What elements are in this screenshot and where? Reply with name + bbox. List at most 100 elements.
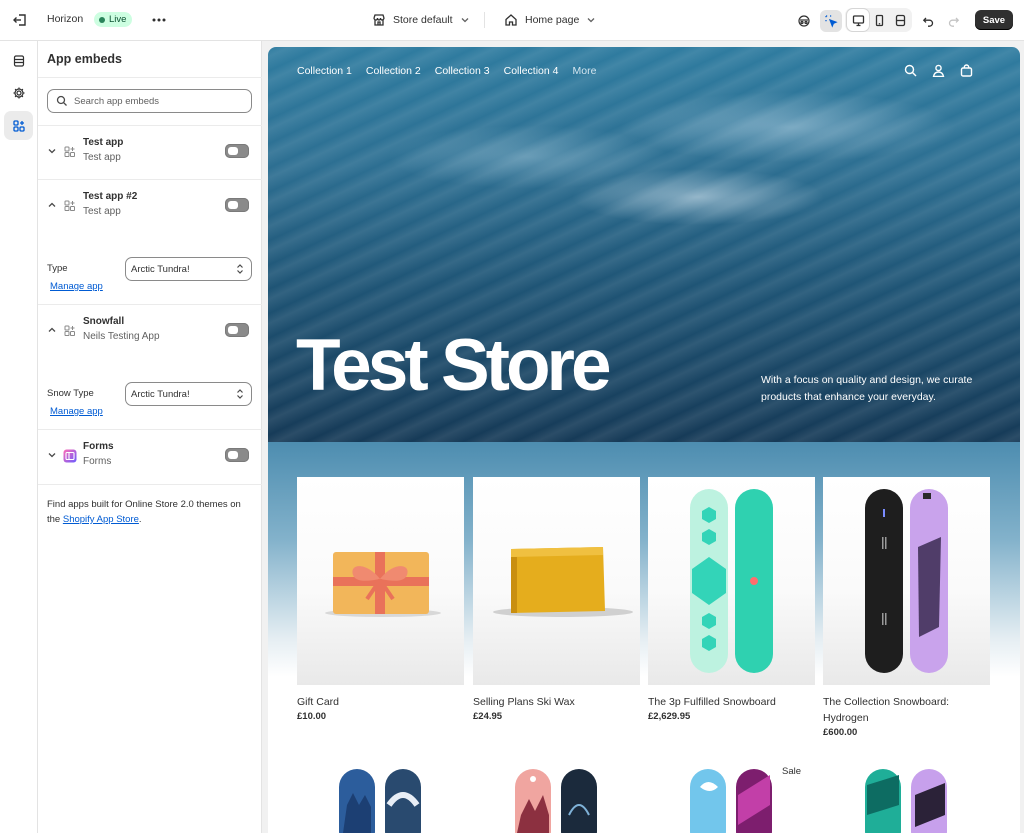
app-embed-snowfall: Snowfall Neils Testing App <box>38 308 262 352</box>
app-subtitle: Forms <box>83 456 112 467</box>
save-button[interactable]: Save <box>975 10 1013 30</box>
toggle-knob <box>228 201 238 209</box>
manage-app-link[interactable]: Manage app <box>50 406 103 417</box>
chevron-down-icon <box>461 18 469 23</box>
search-icon <box>56 95 67 106</box>
product-card[interactable]: The Collection Snowboard: Hydrogen £600.… <box>823 477 990 738</box>
theme-editor-icon[interactable] <box>793 10 815 32</box>
hero-banner: Collection 1 Collection 2 Collection 3 C… <box>268 47 1020 442</box>
product-image-3p-snowboard <box>648 477 815 685</box>
undo-icon[interactable] <box>917 10 939 32</box>
product-price: £2,629.95 <box>648 711 691 722</box>
product-title: The Collection Snowboard: Hydrogen <box>823 696 950 724</box>
store-icon <box>373 14 385 26</box>
select-chevron-icon <box>237 389 243 399</box>
store-nav: Collection 1 Collection 2 Collection 3 C… <box>297 65 596 77</box>
product-card[interactable] <box>823 765 990 833</box>
product-card[interactable]: Selling Plans Ski Wax £24.95 <box>473 477 640 722</box>
editor-topbar: Horizon Live Store default Home page Sav… <box>0 0 1024 41</box>
mobile-icon[interactable] <box>868 9 890 31</box>
type-select[interactable]: Arctic Tundra! <box>125 257 252 281</box>
app-embed-test-app: Test app Test app <box>38 129 262 173</box>
chevron-up-icon[interactable] <box>46 199 58 211</box>
device-toggle-group <box>845 8 912 32</box>
product-price: £600.00 <box>823 727 858 738</box>
product-title: Selling Plans Ski Wax <box>473 696 575 708</box>
live-badge: Live <box>94 12 133 27</box>
nav-collection-3[interactable]: Collection 3 <box>435 65 490 77</box>
theme-name: Horizon <box>47 13 84 25</box>
more-actions-icon[interactable] <box>148 10 170 30</box>
store-selector[interactable]: Store default <box>372 10 470 30</box>
chevron-down-icon[interactable] <box>46 449 58 461</box>
product-title: Gift Card <box>297 696 340 708</box>
nav-collection-1[interactable]: Collection 1 <box>297 65 352 77</box>
app-block-icon <box>63 324 76 337</box>
hero-title: Test Store <box>296 325 612 406</box>
app-enable-toggle[interactable] <box>225 144 249 158</box>
snow-type-label: Snow Type <box>47 388 94 399</box>
inspector-cursor-icon[interactable] <box>820 10 842 32</box>
app-name: Test app #2 <box>83 191 138 202</box>
app-name: Forms <box>83 441 114 452</box>
exit-icon[interactable] <box>11 11 29 29</box>
page-selector-label: Home page <box>525 14 580 26</box>
product-image-hydrogen-snowboard <box>823 477 990 685</box>
panel-divider <box>38 304 262 305</box>
app-name: Test app <box>83 137 124 148</box>
sale-badge: Sale <box>782 766 802 777</box>
product-card[interactable]: Gift Card £10.00 <box>297 477 464 722</box>
gear-icon[interactable] <box>4 78 33 107</box>
shopify-app-store-link[interactable]: Shopify App Store <box>63 514 139 525</box>
app-subtitle: Test app <box>83 206 121 217</box>
chevron-up-icon[interactable] <box>46 324 58 336</box>
app-enable-toggle[interactable] <box>225 448 249 462</box>
app-embeds-icon[interactable] <box>4 111 33 140</box>
redo-icon[interactable] <box>942 10 964 32</box>
live-dot-icon <box>99 16 105 23</box>
product-price: £24.95 <box>473 711 503 722</box>
nav-collection-2[interactable]: Collection 2 <box>366 65 421 77</box>
desktop-icon[interactable] <box>847 9 869 31</box>
cart-icon[interactable] <box>960 64 973 77</box>
product-price: £10.00 <box>297 711 327 722</box>
panel-divider <box>38 77 262 78</box>
manage-app-link[interactable]: Manage app <box>50 281 103 292</box>
search-input[interactable] <box>74 95 244 107</box>
search-icon[interactable] <box>904 64 917 77</box>
type-label: Type <box>47 263 68 274</box>
snow-type-select-value: Arctic Tundra! <box>131 388 190 400</box>
search-app-embeds[interactable] <box>47 89 252 113</box>
product-card[interactable]: The 3p Fulfilled Snowboard £2,629.95 <box>648 477 815 722</box>
nav-collection-4[interactable]: Collection 4 <box>504 65 559 77</box>
account-icon[interactable] <box>932 64 945 77</box>
panel-title: App embeds <box>47 52 123 66</box>
chevron-down-icon <box>587 18 595 23</box>
home-icon <box>505 14 517 26</box>
product-title: The 3p Fulfilled Snowboard <box>648 696 776 708</box>
app-embed-forms: Forms Forms <box>38 433 262 477</box>
app-subtitle: Neils Testing App <box>83 331 160 342</box>
storefront-preview: Collection 1 Collection 2 Collection 3 C… <box>268 47 1020 833</box>
app-name: Snowfall <box>83 316 125 327</box>
select-chevron-icon <box>237 264 243 274</box>
hero-copy: With a focus on quality and design, we c… <box>761 374 973 403</box>
page-selector[interactable]: Home page <box>504 10 596 30</box>
forms-app-icon <box>63 449 77 463</box>
app-enable-toggle[interactable] <box>225 198 249 212</box>
toggle-knob <box>228 326 238 334</box>
product-card[interactable] <box>473 765 640 833</box>
product-image-ski-wax <box>473 477 640 685</box>
chevron-down-icon[interactable] <box>46 145 58 157</box>
app-enable-toggle[interactable] <box>225 323 249 337</box>
app-block-icon <box>63 199 76 212</box>
sections-icon[interactable] <box>4 46 33 75</box>
panel-divider <box>38 125 262 126</box>
full-screen-icon[interactable] <box>889 9 911 31</box>
app-store-note-end: . <box>138 514 142 525</box>
panel-divider <box>38 429 262 430</box>
product-card[interactable] <box>297 765 464 833</box>
nav-more[interactable]: More <box>573 65 597 77</box>
app-store-note: Find apps built for Online Store 2.0 the… <box>47 497 253 527</box>
snow-type-select[interactable]: Arctic Tundra! <box>125 382 252 406</box>
